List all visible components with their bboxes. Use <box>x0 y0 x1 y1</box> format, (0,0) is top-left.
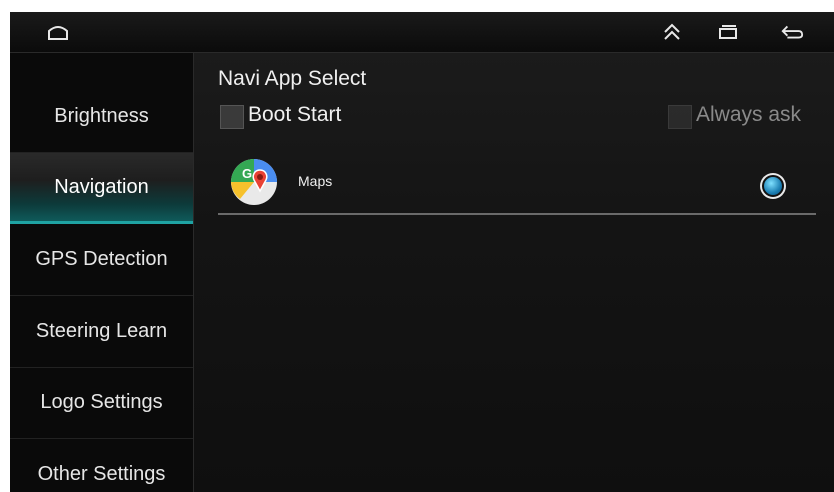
boot-start-checkbox[interactable] <box>220 105 244 129</box>
recents-icon[interactable] <box>716 21 740 43</box>
back-icon[interactable] <box>780 21 804 43</box>
sidebar-item-navigation[interactable]: Navigation <box>10 153 193 224</box>
always-ask-label: Always ask <box>696 103 802 126</box>
sidebar-item-label: Brightness <box>54 105 149 127</box>
home-icon[interactable] <box>46 21 70 43</box>
sidebar-item-label: Other Settings <box>37 463 166 485</box>
sidebar-item-label: Logo Settings <box>40 391 163 413</box>
radio-selected-indicator <box>762 175 784 197</box>
sidebar-item-gps-detection[interactable]: GPS Detection <box>10 224 193 296</box>
double-chevron-up-icon[interactable] <box>660 21 684 43</box>
sidebar-item-logo-settings[interactable]: Logo Settings <box>10 367 193 439</box>
svg-text:G: G <box>242 166 252 181</box>
head-unit-screen: Brightness Navigation GPS Detection Stee… <box>10 12 834 492</box>
navi-app-panel: Navi App Select Boot Start Always ask G … <box>194 53 834 492</box>
boot-start-label: Boot Start <box>248 103 342 126</box>
settings-sidebar: Brightness Navigation GPS Detection Stee… <box>10 53 194 492</box>
always-ask-checkbox[interactable] <box>668 105 692 129</box>
maps-radio-button[interactable] <box>760 173 786 199</box>
app-name: Maps <box>298 173 333 189</box>
google-maps-icon: G <box>230 158 278 206</box>
sidebar-item-brightness[interactable]: Brightness <box>10 81 193 153</box>
sidebar-item-other-settings[interactable]: Other Settings <box>10 439 193 492</box>
sidebar-item-label: GPS Detection <box>35 248 168 270</box>
sidebar-item-label: Steering Learn <box>35 320 168 342</box>
section-title: Navi App Select <box>218 67 367 90</box>
system-bar <box>10 12 834 53</box>
sidebar-item-steering-learn[interactable]: Steering Learn <box>10 296 193 368</box>
app-list-item[interactable]: G Maps <box>218 149 816 215</box>
sidebar-item-label: Navigation <box>54 175 149 198</box>
